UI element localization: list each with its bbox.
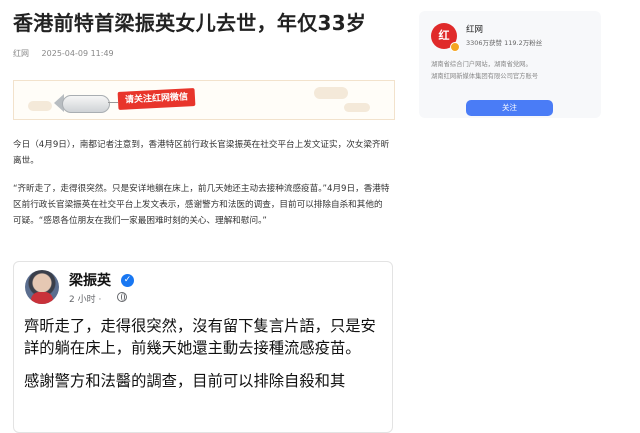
account-name[interactable]: 红网	[466, 23, 483, 35]
globe-icon	[117, 292, 127, 302]
embedded-social-post: 梁振英 ✓ 2 小时 · 齊昕走了，走得很突然，沒有留下隻言片語，只是安詳的躺在…	[13, 261, 393, 433]
verified-badge-icon: ✓	[121, 274, 134, 287]
post-author[interactable]: 梁振英	[69, 270, 111, 290]
article-paragraph-1: 今日（4月9日），南都记者注意到，香港特区前行政长官梁振英在社交平台上发文证实，…	[13, 140, 390, 166]
article-title: 香港前特首梁振英女儿去世，年仅33岁	[13, 11, 367, 35]
post-body: 齊昕走了，走得很突然，沒有留下隻言片語，只是安詳的躺在床上，前幾天她還主動去接種…	[24, 315, 384, 403]
account-stats: 3306万获赞 119.2万粉丝	[466, 39, 543, 47]
account-desc-line-1: 湖南省综合门户网站，湖南省党网。	[431, 61, 532, 68]
account-desc-line-2: 湖南红网新媒体集团有限公司官方账号	[431, 73, 539, 80]
banner-flag: 请关注红网微信	[117, 87, 196, 111]
post-time[interactable]: 2 小时 ·	[69, 292, 101, 305]
article-meta: 红网 2025-04-09 11:49	[13, 48, 114, 59]
banner-cloud	[314, 87, 348, 99]
article-source[interactable]: 红网	[13, 49, 29, 58]
verified-v-icon	[450, 42, 460, 52]
post-line-2: 感謝警方和法醫的調查，目前可以排除自殺和其	[24, 372, 346, 390]
follow-button[interactable]: 关注	[466, 100, 553, 116]
wechat-banner[interactable]: 请关注红网微信	[13, 80, 395, 120]
banner-rope	[108, 102, 118, 103]
article-date: 2025-04-09 11:49	[41, 49, 114, 58]
blimp-icon	[62, 95, 110, 113]
avatar[interactable]	[25, 270, 59, 304]
banner-cloud	[28, 101, 52, 111]
account-description: 湖南省综合门户网站，湖南省党网。 湖南红网新媒体集团有限公司官方账号	[431, 59, 597, 83]
banner-cloud	[344, 103, 370, 112]
article-paragraph-2: “齐昕走了，走得很突然。只是安详地躺在床上，前几天她还主动去接种流感疫苗。”4月…	[13, 184, 390, 226]
author-card: 红 红网 3306万获赞 119.2万粉丝 湖南省综合门户网站，湖南省党网。 湖…	[419, 11, 601, 118]
post-line-1: 齊昕走了，走得很突然，沒有留下隻言片語，只是安詳的躺在床上，前幾天她還主動去接種…	[24, 317, 376, 357]
